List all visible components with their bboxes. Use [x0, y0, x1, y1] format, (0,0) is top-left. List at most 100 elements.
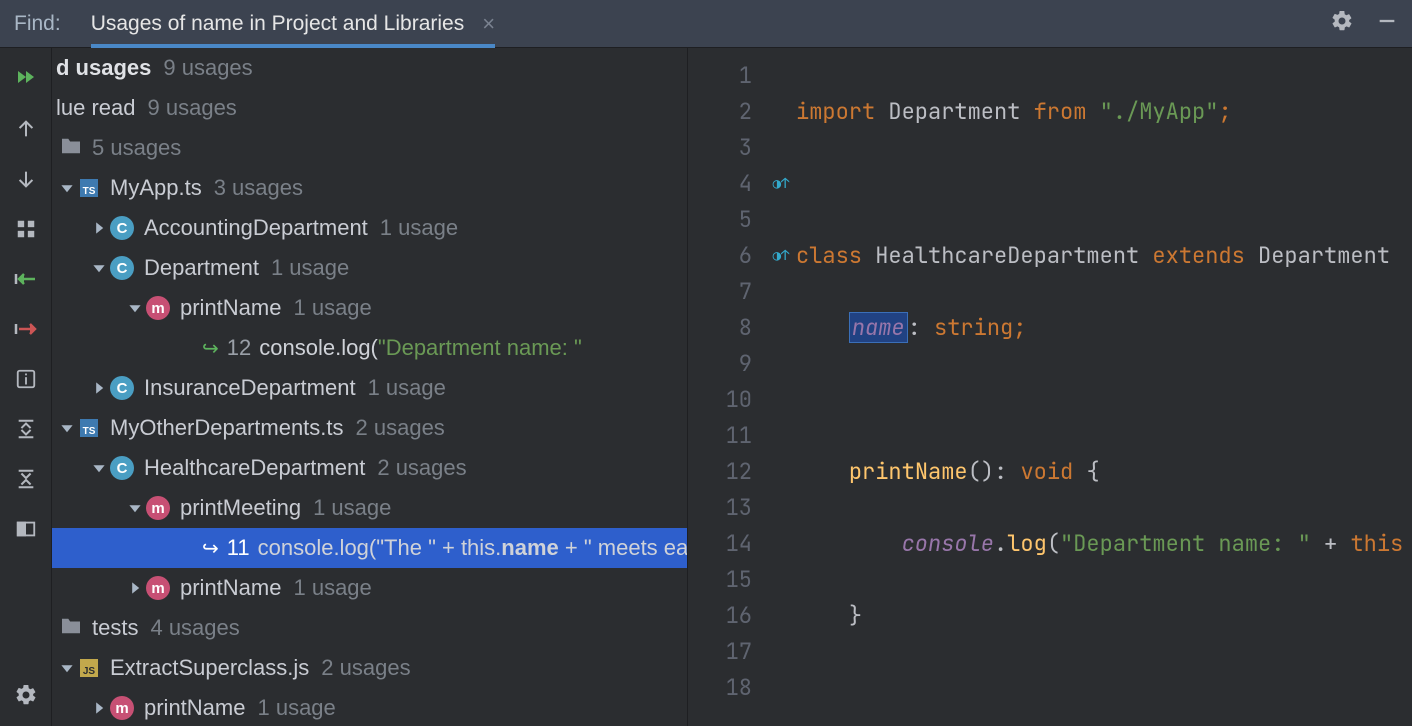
tree-label: printName	[180, 575, 281, 601]
find-header: Find: Usages of name in Project and Libr…	[0, 0, 1412, 48]
tree-usage-line[interactable]: ↪ 12 console.log("Department name: "	[52, 328, 687, 368]
highlighted-name: name	[849, 312, 908, 343]
chevron-right-icon[interactable]	[128, 581, 146, 595]
tree-label: InsuranceDepartment	[144, 375, 356, 401]
method-icon: m	[146, 576, 170, 600]
method-icon: m	[146, 296, 170, 320]
usage-count: 1 usage	[257, 695, 335, 721]
info-icon[interactable]	[13, 366, 39, 392]
usage-count: 1 usage	[271, 255, 349, 281]
gear-icon[interactable]	[1330, 9, 1354, 39]
import-icon[interactable]	[13, 266, 39, 292]
chevron-right-icon[interactable]	[92, 701, 110, 715]
tree-usage-selected[interactable]: ↪ 11 console.log("The " + this.name + " …	[52, 528, 688, 568]
folder-icon	[60, 135, 82, 161]
usage-count: 9 usages	[148, 95, 237, 121]
tree-label: ExtractSuperclass.js	[110, 655, 309, 681]
tree-method-printname3[interactable]: m printName 1 usage	[52, 688, 687, 726]
collapse-all-icon[interactable]	[13, 466, 39, 492]
tree-folder-tests[interactable]: tests 4 usages	[52, 608, 687, 648]
tree-class-accounting[interactable]: C AccountingDepartment 1 usage	[52, 208, 687, 248]
tree-label: Department	[144, 255, 259, 281]
line-number: 12	[227, 335, 251, 361]
minimize-icon[interactable]	[1376, 10, 1398, 38]
chevron-right-icon[interactable]	[92, 381, 110, 395]
chevron-down-icon[interactable]	[60, 661, 78, 675]
chevron-down-icon[interactable]	[128, 501, 146, 515]
usage-count: 2 usages	[356, 415, 445, 441]
ts-file-icon: TS	[78, 177, 100, 199]
code-area[interactable]: import Department from "./MyApp"; class …	[796, 48, 1412, 726]
expand-all-icon[interactable]	[13, 416, 39, 442]
tree-method-printmeeting[interactable]: m printMeeting 1 usage	[52, 488, 687, 528]
chevron-right-icon[interactable]	[92, 221, 110, 235]
svg-text:TS: TS	[83, 426, 96, 437]
gutter-marks: ◑↑ ◑↑	[766, 48, 796, 726]
usage-count: 1 usage	[293, 295, 371, 321]
tree-label: AccountingDepartment	[144, 215, 368, 241]
tree-label: tests	[92, 615, 138, 641]
tree-root[interactable]: d usages 9 usages	[52, 48, 687, 88]
preview-editor[interactable]: 123 456 789 101112 131415 161718 ◑↑ ◑↑ i…	[688, 48, 1412, 726]
preview-icon[interactable]	[13, 516, 39, 542]
tree-label: MyOtherDepartments.ts	[110, 415, 344, 441]
ts-file-icon: TS	[78, 417, 100, 439]
class-icon: C	[110, 376, 134, 400]
tree-folder[interactable]: 5 usages	[52, 128, 687, 168]
export-icon[interactable]	[13, 316, 39, 342]
tree-label: printName	[180, 295, 281, 321]
main-area: d usages 9 usages lue read 9 usages 5 us…	[0, 48, 1412, 726]
find-tab[interactable]: Usages of name in Project and Libraries …	[91, 0, 495, 48]
chevron-down-icon[interactable]	[60, 181, 78, 195]
chevron-down-icon[interactable]	[92, 261, 110, 275]
tree-method-printname[interactable]: m printName 1 usage	[52, 288, 687, 328]
tree-method-printname2[interactable]: m printName 1 usage	[52, 568, 687, 608]
usage-arrow-icon: ↪	[202, 336, 219, 361]
usage-count: 1 usage	[313, 495, 391, 521]
find-tab-title: Usages of name in Project and Libraries	[91, 12, 465, 36]
usages-tree[interactable]: d usages 9 usages lue read 9 usages 5 us…	[52, 48, 688, 726]
chevron-down-icon[interactable]	[60, 421, 78, 435]
tree-label: HealthcareDepartment	[144, 455, 365, 481]
tree-label: MyApp.ts	[110, 175, 202, 201]
arrow-up-icon[interactable]	[13, 116, 39, 142]
tree-class-department[interactable]: C Department 1 usage	[52, 248, 687, 288]
js-file-icon: JS	[78, 657, 100, 679]
usage-count: 1 usage	[293, 575, 371, 601]
chevron-down-icon[interactable]	[128, 301, 146, 315]
tree-category[interactable]: lue read 9 usages	[52, 88, 687, 128]
find-toolbar	[0, 48, 52, 726]
arrow-down-icon[interactable]	[13, 166, 39, 192]
tree-class-insurance[interactable]: C InsuranceDepartment 1 usage	[52, 368, 687, 408]
tree-class-healthcare[interactable]: C HealthcareDepartment 2 usages	[52, 448, 687, 488]
override-icon[interactable]: ◑↑	[773, 166, 790, 202]
usage-count: 4 usages	[150, 615, 239, 641]
method-icon: m	[146, 496, 170, 520]
code-snippet: console.log("The " + this.name + " meets…	[258, 535, 688, 561]
tree-file-myother[interactable]: TS MyOtherDepartments.ts 2 usages	[52, 408, 687, 448]
usage-count: 2 usages	[377, 455, 466, 481]
usage-count: 2 usages	[321, 655, 410, 681]
class-icon: C	[110, 456, 134, 480]
usage-count: 3 usages	[214, 175, 303, 201]
find-label: Find:	[14, 12, 61, 36]
line-gutter: 123 456 789 101112 131415 161718	[688, 48, 766, 726]
chevron-down-icon[interactable]	[92, 461, 110, 475]
group-icon[interactable]	[13, 216, 39, 242]
tree-label: printMeeting	[180, 495, 301, 521]
tree-file-myapp[interactable]: TS MyApp.ts 3 usages	[52, 168, 687, 208]
tree-label: d usages	[56, 55, 151, 81]
settings-icon[interactable]	[13, 682, 39, 708]
line-number: 11	[227, 535, 250, 561]
override-icon[interactable]: ◑↑	[773, 238, 790, 274]
rerun-icon[interactable]	[13, 66, 39, 92]
method-icon: m	[110, 696, 134, 720]
usage-count: 1 usage	[368, 375, 446, 401]
close-icon[interactable]: ×	[482, 11, 495, 37]
tree-file-extract[interactable]: JS ExtractSuperclass.js 2 usages	[52, 648, 687, 688]
folder-icon	[60, 615, 82, 641]
svg-text:TS: TS	[83, 186, 96, 197]
class-icon: C	[110, 256, 134, 280]
tree-label: lue read	[56, 95, 136, 121]
usage-count: 1 usage	[380, 215, 458, 241]
